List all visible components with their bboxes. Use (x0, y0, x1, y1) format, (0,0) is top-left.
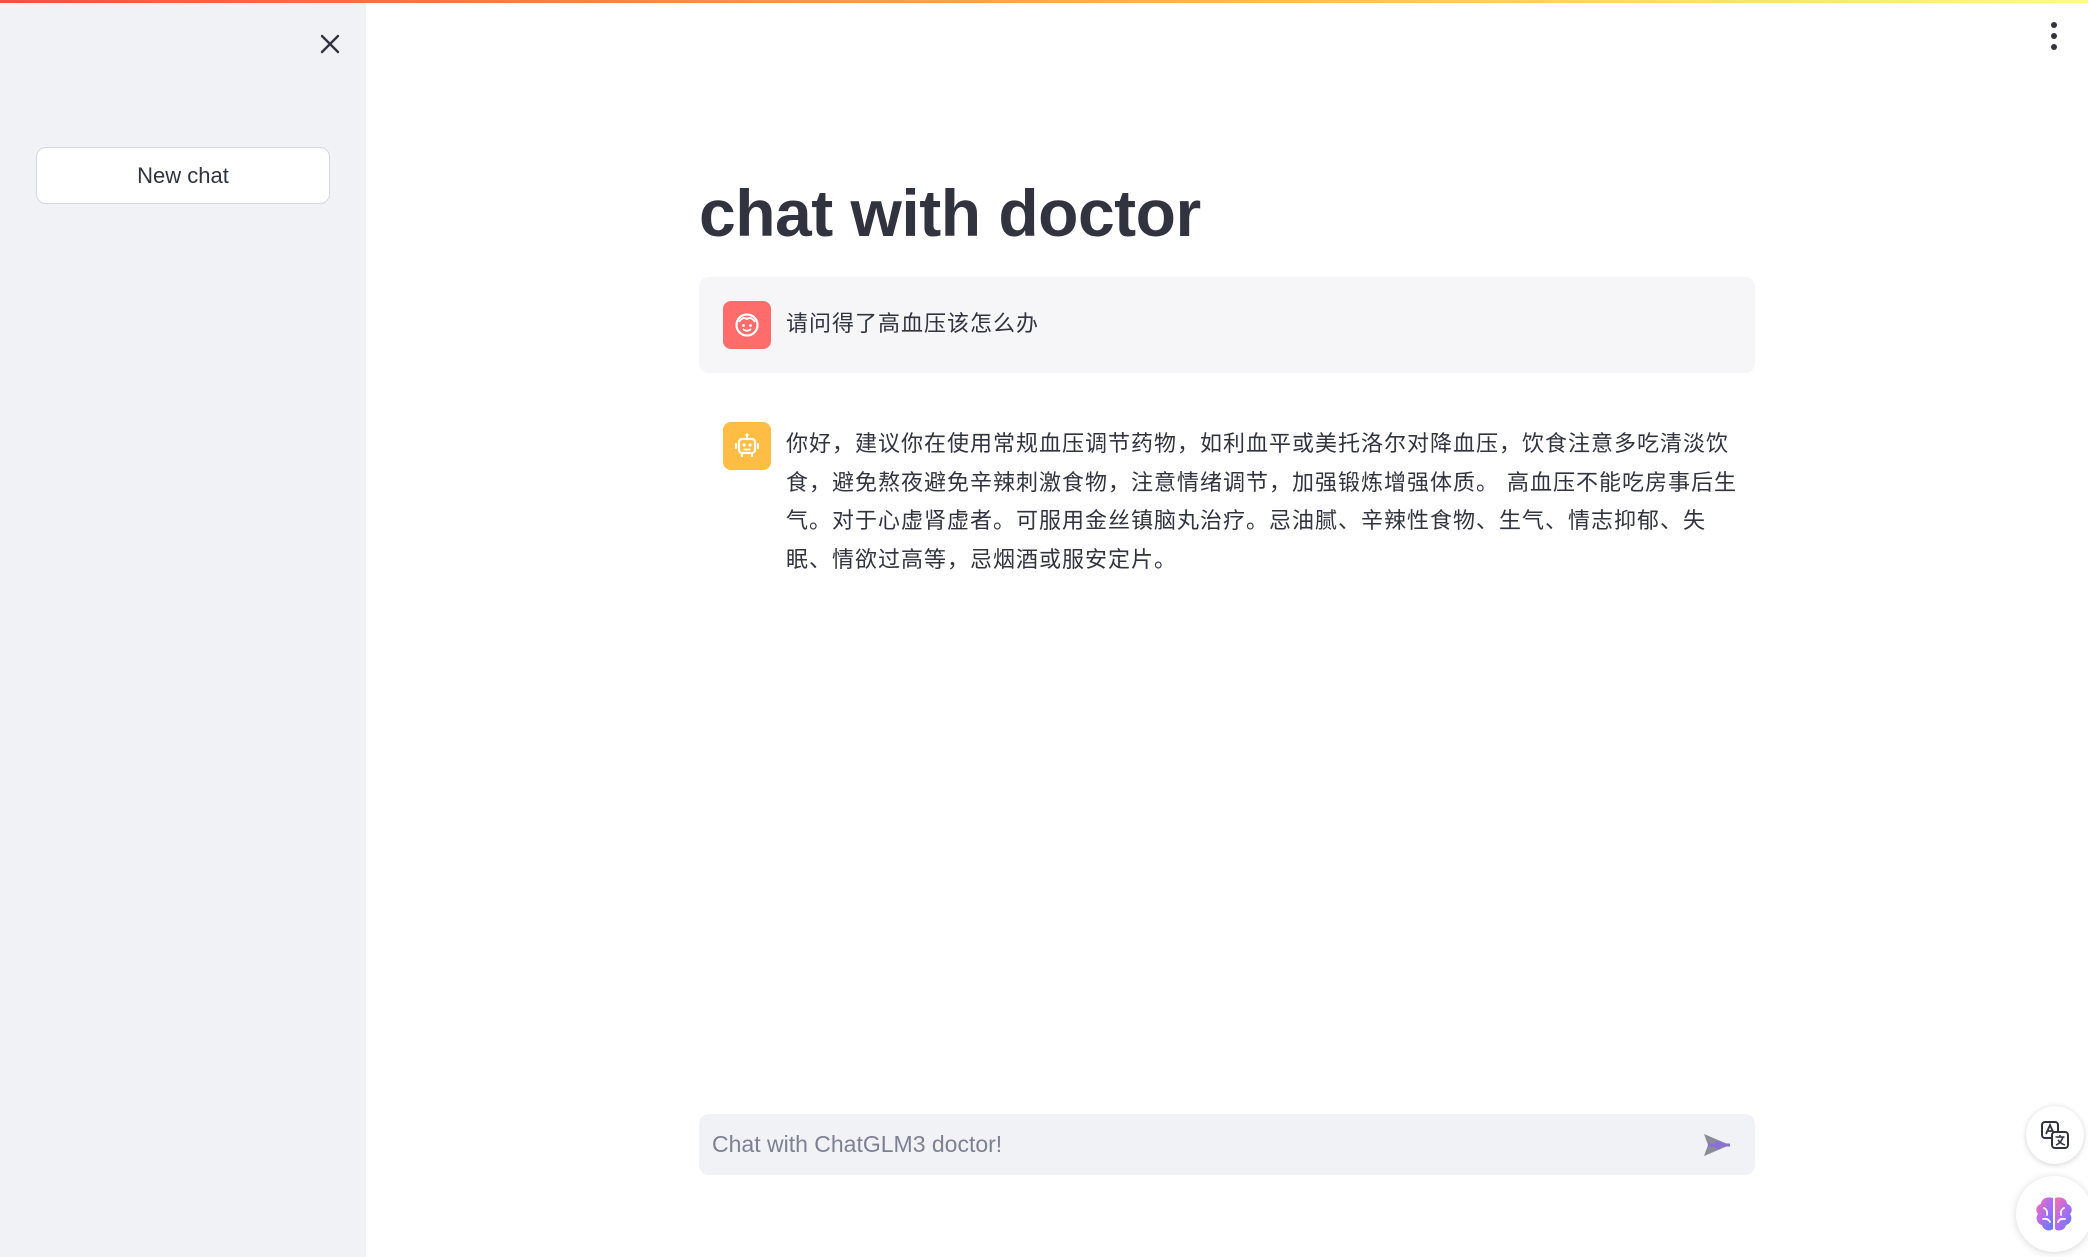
chat-message-user: 请问得了高血压该怎么办 (699, 277, 1755, 373)
close-icon (320, 34, 340, 54)
send-button[interactable] (1699, 1128, 1735, 1162)
chat-input-container (699, 1114, 1755, 1175)
close-sidebar-button[interactable] (310, 24, 350, 64)
translate-button[interactable] (2026, 1106, 2084, 1164)
page-title: chat with doctor (699, 176, 1201, 250)
user-face-icon (735, 313, 759, 337)
ai-assistant-button[interactable] (2016, 1176, 2088, 1252)
new-chat-button[interactable]: New chat (36, 147, 330, 204)
kebab-menu-icon-dot (2051, 33, 2057, 39)
brain-icon (2036, 1197, 2072, 1231)
robot-icon (734, 433, 760, 457)
assistant-avatar (723, 422, 771, 470)
chat-message-assistant: 你好，建议你在使用常规血压调节药物，如利血平或美托洛尔对降血压，饮食注意多吃清淡… (699, 402, 1755, 602)
user-avatar (723, 301, 771, 349)
kebab-menu-icon-dot (2051, 44, 2057, 50)
chat-input[interactable] (699, 1114, 1679, 1175)
top-decoration-bar (0, 0, 2088, 3)
send-icon (1704, 1134, 1730, 1156)
message-text: 你好，建议你在使用常规血压调节药物，如利血平或美托洛尔对降血压，饮食注意多吃清淡… (786, 432, 1737, 573)
message-text: 请问得了高血压该怎么办 (786, 312, 1040, 337)
sidebar: New chat (0, 0, 366, 1257)
main-menu-button[interactable] (2040, 18, 2068, 54)
kebab-menu-icon (2051, 22, 2057, 28)
translate-icon (2041, 1121, 2069, 1149)
